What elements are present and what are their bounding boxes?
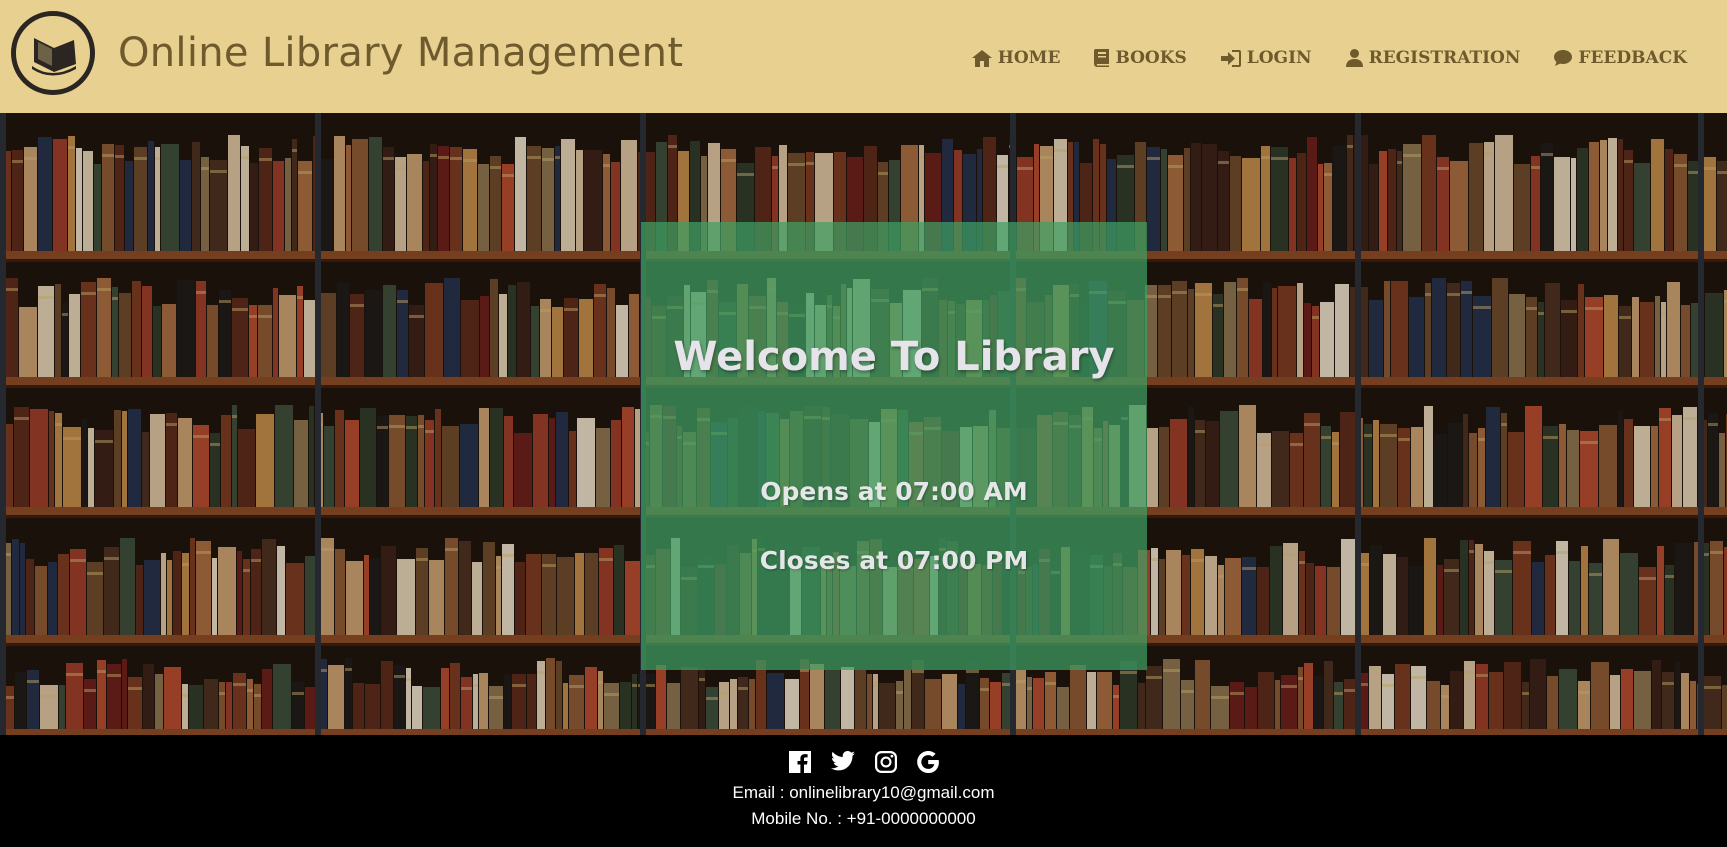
nav-login[interactable]: LOGIN (1220, 48, 1312, 68)
facebook-icon[interactable] (788, 751, 811, 773)
instagram-icon[interactable] (874, 751, 897, 773)
nav-home[interactable]: HOME (971, 48, 1061, 68)
main-nav: HOME BOOKS LOGIN REGISTRATION FEEDBACK (971, 48, 1687, 68)
comment-icon (1554, 49, 1573, 66)
welcome-title: Welcome To Library (673, 334, 1115, 380)
welcome-panel: Welcome To Library Opens at 07:00 AM Clo… (641, 222, 1147, 670)
nav-home-label: HOME (997, 48, 1061, 68)
book-logo-icon[interactable] (11, 11, 95, 95)
nav-registration-label: REGISTRATION (1368, 48, 1521, 68)
book-icon (1094, 49, 1110, 67)
hero-section: Welcome To Library Opens at 07:00 AM Clo… (0, 113, 1727, 735)
google-icon[interactable] (916, 751, 939, 773)
home-icon (971, 49, 992, 67)
opening-time: Opens at 07:00 AM (760, 477, 1028, 506)
contact-mobile: Mobile No. : +91-0000000000 (751, 809, 976, 828)
nav-feedback-label: FEEDBACK (1578, 48, 1687, 68)
nav-registration[interactable]: REGISTRATION (1345, 48, 1521, 68)
site-title: Online Library Management (118, 30, 684, 76)
contact-email: Email : onlinelibrary10@gmail.com (732, 783, 995, 802)
site-footer: Email : onlinelibrary10@gmail.com Mobile… (0, 735, 1727, 847)
twitter-icon[interactable] (830, 751, 855, 773)
login-icon (1220, 49, 1241, 67)
nav-books-label: BOOKS (1115, 48, 1187, 68)
nav-feedback[interactable]: FEEDBACK (1554, 48, 1687, 68)
site-header: Online Library Management HOME BOOKS LOG… (0, 0, 1727, 113)
nav-login-label: LOGIN (1246, 48, 1312, 68)
nav-books[interactable]: BOOKS (1094, 48, 1187, 68)
social-links (0, 751, 1727, 773)
closing-time: Closes at 07:00 PM (759, 546, 1029, 575)
user-icon (1345, 49, 1363, 67)
